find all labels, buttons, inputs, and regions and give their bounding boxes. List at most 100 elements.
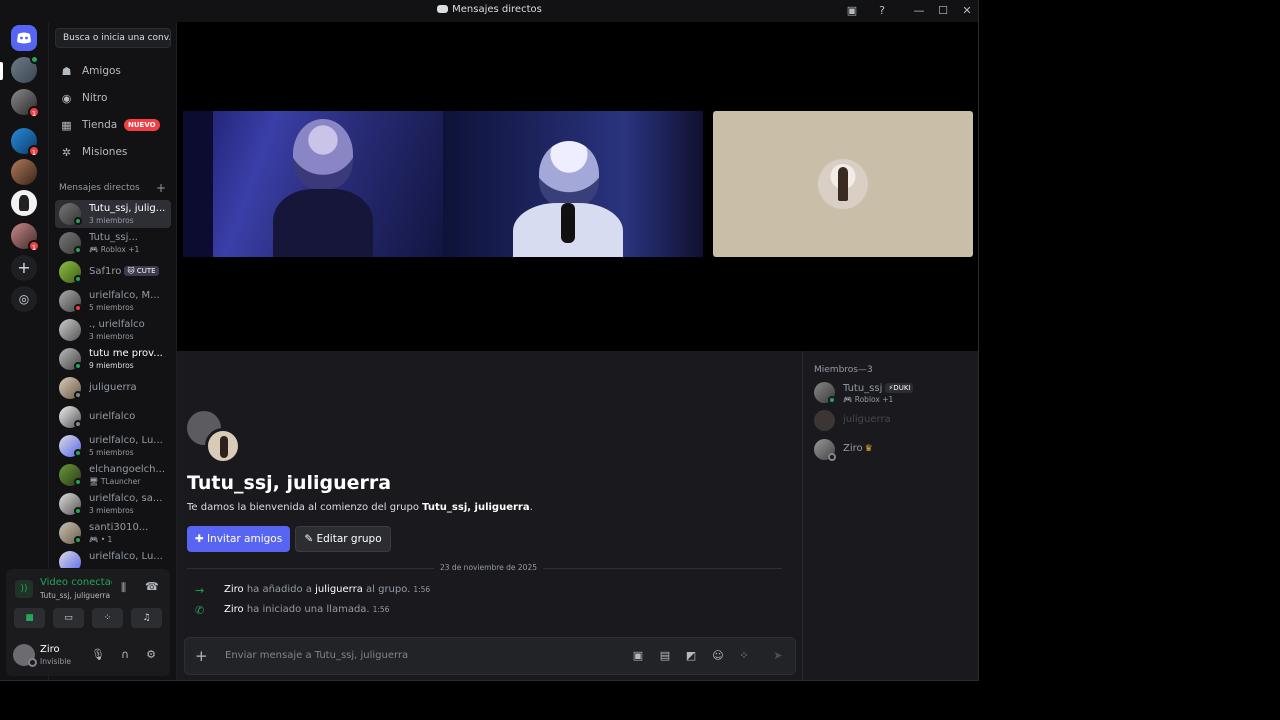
microphone-prop — [561, 203, 575, 243]
guild-tag: ⚡DUKI — [885, 383, 914, 393]
nav-item-shop[interactable]: ▦ Tienda NUEVO — [55, 114, 171, 138]
group-avatar — [205, 428, 241, 464]
participant-tile[interactable] — [713, 111, 973, 257]
apps-icon[interactable]: ⁘ — [737, 649, 751, 663]
status-dot — [74, 507, 82, 515]
discord-window: Mensajes directos ▣ ? — ☐ ✕ 1 1 1 + ◎ Bu… — [0, 0, 979, 681]
gif-icon[interactable]: ▤ — [658, 649, 672, 663]
sticker-icon[interactable]: ◩ — [684, 649, 698, 663]
status-dot — [74, 246, 82, 254]
status-dot — [74, 478, 82, 486]
discord-logo-icon — [17, 32, 31, 44]
username[interactable]: Ziro — [40, 644, 60, 655]
nav-item-quests[interactable]: ✲ Misiones — [55, 141, 171, 165]
server-icon[interactable]: 1 — [11, 128, 40, 157]
signal-icon[interactable]: )) — [15, 580, 33, 598]
server-icon[interactable]: 1 — [11, 223, 40, 252]
search-input[interactable]: Busca o inicia una conv... — [55, 28, 171, 48]
dm-item[interactable]: urielfalco, sa... 3 miembros — [55, 490, 171, 518]
member-item[interactable]: juliguerra — [812, 408, 972, 434]
member-list-header: Miembros—3 — [814, 365, 873, 375]
dm-item[interactable]: Saf1ro 🐱 CUTE — [55, 258, 171, 286]
dm-item[interactable]: santi3010... 🎮 • 1 — [55, 519, 171, 547]
nav-item-nitro[interactable]: ◉ Nitro — [55, 87, 171, 111]
send-icon[interactable]: ➤ — [771, 649, 785, 663]
message-input[interactable]: Enviar mensaje a Tutu_ssj, juliguerra — [225, 650, 408, 661]
video-feed[interactable] — [443, 111, 703, 257]
soundboard-button[interactable]: ♫ — [131, 608, 162, 628]
screen-share-button[interactable]: ▭ — [53, 608, 84, 628]
member-item[interactable]: Ziro ♛ — [812, 437, 972, 463]
date-divider-label: 23 de noviembre de 2025 — [434, 563, 543, 572]
nav-item-friends[interactable]: ☗ Amigos — [55, 60, 171, 84]
voice-channel[interactable]: Tutu_ssj, juliguerra — [40, 591, 110, 600]
close-button[interactable]: ✕ — [958, 2, 976, 20]
server-icon[interactable] — [11, 190, 37, 216]
add-user-icon: ✚ — [194, 533, 207, 545]
activities-button[interactable]: ⁘ — [92, 608, 123, 628]
page-title: Tutu_ssj, juliguerra — [187, 472, 392, 494]
disconnect-icon[interactable]: ☎ — [145, 580, 159, 593]
status-dot — [74, 391, 82, 399]
video-feed[interactable] — [183, 111, 443, 257]
dm-item[interactable]: urielfalco, M... 5 miembros — [55, 287, 171, 315]
add-server-icon[interactable]: + — [11, 255, 37, 281]
crown-icon: ♛ — [864, 444, 873, 454]
inbox-icon[interactable]: ▣ — [843, 2, 861, 20]
headphones-icon[interactable]: ∩ — [118, 648, 132, 662]
status-dot — [74, 275, 82, 283]
member-item[interactable]: Tutu_ssj ⚡DUKI 🎮 Roblox +1 — [812, 380, 972, 406]
shop-icon: ▦ — [61, 119, 72, 132]
dm-item[interactable]: tutu me prov... 9 miembros — [55, 345, 171, 373]
edit-group-button[interactable]: ✎ Editar grupo — [295, 526, 391, 552]
pencil-icon: ✎ — [304, 533, 317, 545]
cute-tag: 🐱 CUTE — [124, 266, 159, 276]
attach-icon[interactable]: + — [195, 647, 208, 665]
title-bar: Mensajes directos ▣ ? — ☐ ✕ — [0, 0, 978, 22]
user-panel: Ziro Invisible 🎙 ∩ ⚙ — [6, 632, 170, 676]
microphone-icon[interactable]: 🎙 — [91, 648, 105, 662]
server-icon[interactable] — [11, 55, 39, 83]
avatar-figure — [838, 167, 848, 201]
noise-suppression-icon[interactable]: ⫼ — [121, 581, 126, 595]
participant-body — [273, 189, 373, 257]
server-icon[interactable]: 1 — [11, 89, 40, 118]
avatar — [814, 410, 835, 431]
message-composer[interactable]: + Enviar mensaje a Tutu_ssj, juliguerra … — [184, 637, 796, 675]
background-shadow — [183, 111, 213, 257]
create-dm-icon[interactable]: + — [156, 181, 166, 195]
discover-icon[interactable]: ◎ — [11, 286, 37, 312]
dm-item[interactable]: urielfalco, Lu... — [55, 548, 171, 568]
avatar-figure — [220, 436, 228, 458]
emoji-icon[interactable]: ☺ — [711, 649, 725, 663]
dm-item[interactable]: ., urielfalco 3 miembros — [55, 316, 171, 344]
maximize-button[interactable]: ☐ — [934, 2, 952, 20]
dm-item[interactable]: juliguerra — [55, 374, 171, 402]
voice-status: Video conectado — [40, 577, 112, 588]
avatar — [59, 319, 81, 341]
invite-friends-button[interactable]: ✚ Invitar amigos — [187, 526, 290, 552]
participant-video — [293, 119, 353, 189]
status-dot — [828, 453, 836, 461]
dm-item[interactable]: Tutu_ssj, julig... 3 miembros — [55, 200, 171, 228]
dm-item[interactable]: elchangoelch... 🖥 TLauncher — [55, 461, 171, 489]
server-icon[interactable] — [11, 159, 37, 185]
window-title: Mensajes directos — [0, 4, 978, 15]
home-button[interactable] — [11, 25, 37, 51]
arrow-right-icon: → — [195, 584, 205, 597]
dm-item[interactable]: urielfalco — [55, 403, 171, 431]
friends-icon: ☗ — [61, 65, 72, 78]
minimize-button[interactable]: — — [910, 2, 928, 20]
help-icon[interactable]: ? — [873, 2, 891, 20]
dm-item[interactable]: urielfalco, Lu... 5 miembros — [55, 432, 171, 460]
welcome-text: Te damos la bienvenida al comienzo del g… — [187, 502, 533, 513]
phone-icon: ✆ — [195, 604, 205, 617]
nitro-icon: ◉ — [61, 92, 72, 105]
discord-icon — [437, 5, 449, 13]
notification-badge: 1 — [28, 106, 40, 118]
gift-icon[interactable]: ▣ — [631, 649, 645, 663]
dm-section-header: Mensajes directos — [59, 183, 140, 193]
dm-item[interactable]: Tutu_ssj... 🎮 Roblox +1 — [55, 229, 171, 257]
camera-button[interactable]: ■ — [14, 608, 45, 628]
gear-icon[interactable]: ⚙ — [144, 648, 158, 662]
